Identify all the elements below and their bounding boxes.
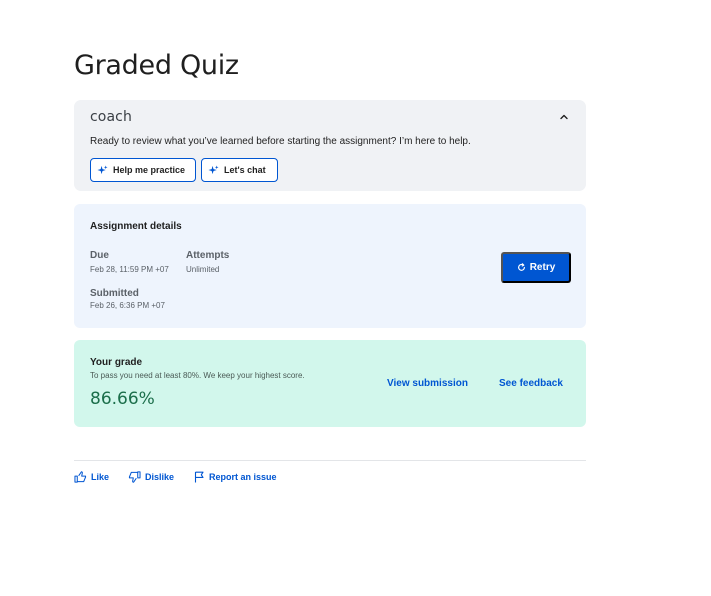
due-value: Feb 28, 11:59 PM +07 — [90, 265, 169, 274]
flag-icon — [194, 471, 204, 483]
submitted-value: Feb 26, 6:36 PM +07 — [90, 301, 165, 310]
view-submission-link[interactable]: View submission — [387, 378, 468, 389]
coach-logo: coach — [90, 109, 132, 125]
grade-title: Your grade — [90, 357, 143, 368]
lets-chat-button[interactable]: Let's chat — [201, 158, 278, 182]
chevron-up-icon[interactable] — [556, 109, 572, 125]
assignment-details-panel: Assignment details Due Feb 28, 11:59 PM … — [74, 204, 586, 328]
see-feedback-link[interactable]: See feedback — [499, 378, 563, 389]
sparkle-icon — [97, 164, 108, 176]
refresh-icon — [517, 263, 525, 271]
coach-panel: coach Ready to review what you’ve learne… — [74, 100, 586, 191]
grade-note: To pass you need at least 80%. We keep y… — [90, 371, 305, 380]
report-issue-label: Report an issue — [209, 472, 277, 482]
dislike-button[interactable]: Dislike — [128, 471, 174, 483]
due-label: Due — [90, 250, 109, 261]
like-button[interactable]: Like — [74, 471, 109, 483]
report-issue-button[interactable]: Report an issue — [194, 471, 277, 483]
coach-message: Ready to review what you’ve learned befo… — [90, 136, 471, 147]
page-title: Graded Quiz — [74, 50, 239, 81]
like-label: Like — [91, 472, 110, 482]
help-me-practice-button[interactable]: Help me practice — [90, 158, 196, 182]
thumbs-down-icon — [128, 471, 141, 483]
retry-label: Retry — [529, 262, 556, 273]
help-me-practice-label: Help me practice — [113, 165, 186, 175]
lets-chat-label: Let's chat — [224, 165, 266, 175]
retry-button[interactable]: Retry — [501, 252, 571, 283]
sparkle-icon — [208, 164, 219, 176]
dislike-label: Dislike — [145, 472, 175, 482]
attempts-label: Attempts — [186, 250, 230, 261]
grade-score: 86.66% — [90, 389, 155, 409]
grade-panel: Your grade To pass you need at least 80%… — [74, 340, 586, 427]
submitted-label: Submitted — [90, 288, 139, 299]
thumbs-up-icon — [74, 471, 87, 483]
assignment-details-title: Assignment details — [90, 221, 182, 232]
attempts-value: Unlimited — [186, 265, 220, 274]
divider — [74, 460, 586, 461]
